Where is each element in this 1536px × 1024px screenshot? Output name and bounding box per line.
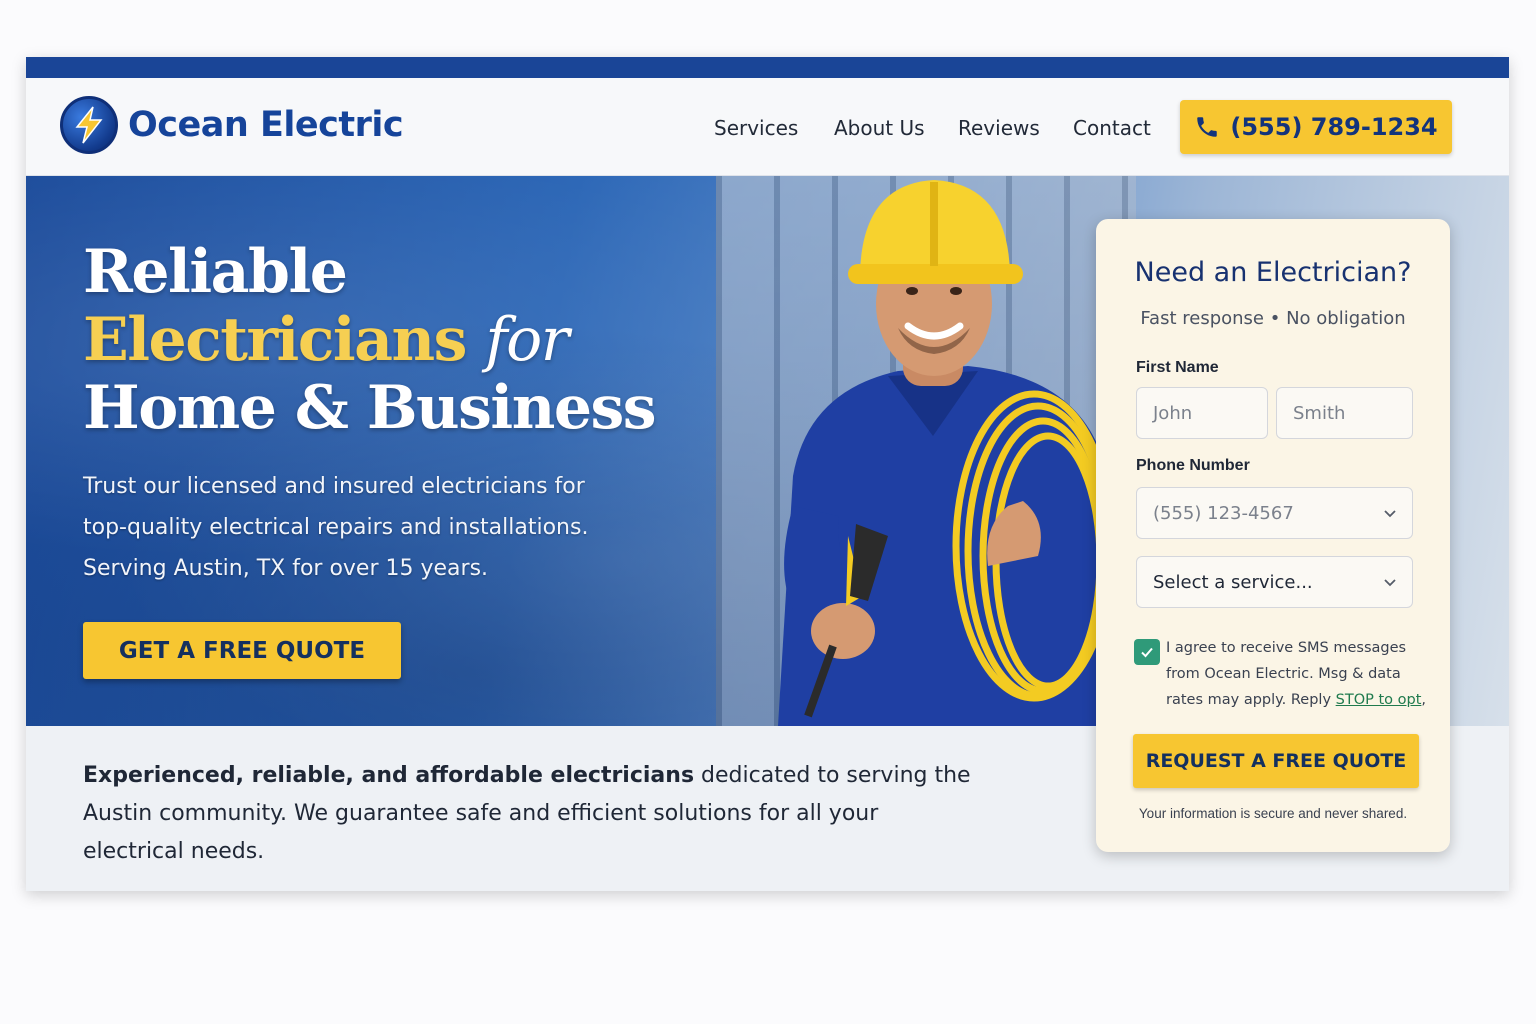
top-accent-bar xyxy=(26,57,1509,78)
last-name-field[interactable]: Smith xyxy=(1276,387,1413,439)
checkmark-icon xyxy=(1141,647,1153,658)
service-select[interactable]: Select a service... xyxy=(1136,556,1413,608)
nav-about-us[interactable]: About Us xyxy=(834,116,925,140)
headline-highlight: Electricians xyxy=(83,305,467,375)
phone-icon xyxy=(1197,117,1218,137)
brand-name: Ocean Electric xyxy=(128,105,404,145)
electrician-photo xyxy=(778,180,1128,726)
chevron-down-icon xyxy=(1384,579,1396,587)
brand-logo[interactable]: Ocean Electric xyxy=(60,96,404,154)
service-select-value: Select a service... xyxy=(1153,571,1313,593)
intro-bold: Experienced, reliable, and affordable el… xyxy=(83,763,695,788)
nav-reviews[interactable]: Reviews xyxy=(958,116,1040,140)
site-header: Ocean Electric Services About Us Reviews… xyxy=(26,78,1509,176)
phone-number-label: Phone Number xyxy=(1136,457,1250,474)
headline-for: for xyxy=(485,305,569,375)
headline-line-3: Home & Business xyxy=(83,373,657,443)
sms-consent-checkbox[interactable] xyxy=(1134,639,1160,665)
chevron-down-icon xyxy=(1384,510,1396,518)
stop-opt-link[interactable]: STOP to opt xyxy=(1336,692,1422,708)
first-name-label: First Name xyxy=(1136,359,1219,376)
hero-subtitle: Trust our licensed and insured electrici… xyxy=(83,466,603,589)
first-name-field[interactable]: John xyxy=(1136,387,1268,439)
security-note: Your information is secure and never sha… xyxy=(1138,806,1408,821)
quote-form: Need an Electrician? Fast response • No … xyxy=(1096,219,1450,852)
headline-line-1: Reliable xyxy=(83,237,348,307)
nav-services[interactable]: Services xyxy=(714,116,798,140)
call-phone-button[interactable]: (555) 789-1234 xyxy=(1180,100,1452,154)
request-free-quote-button[interactable]: REQUEST A FREE QUOTE xyxy=(1133,734,1419,788)
form-title: Need an Electrician? xyxy=(1134,257,1412,288)
hero-subtitle-line: top-quality electrical repairs and insta… xyxy=(83,515,589,540)
consent-tail: , xyxy=(1421,692,1427,708)
lightning-bolt-icon xyxy=(60,96,118,154)
hero-subtitle-line: Trust our licensed and insured electrici… xyxy=(83,474,585,499)
form-subtitle: Fast response • No obligation xyxy=(1140,308,1406,329)
phone-number: (555) 789-1234 xyxy=(1230,113,1438,141)
nav-contact[interactable]: Contact xyxy=(1073,116,1151,140)
intro-text: Experienced, reliable, and affordable el… xyxy=(83,757,983,871)
get-free-quote-button[interactable]: GET A FREE QUOTE xyxy=(83,622,401,679)
phone-number-field[interactable]: (555) 123-4567 xyxy=(1136,487,1413,539)
sms-consent-text: I agree to receive SMS messages from Oce… xyxy=(1166,635,1426,713)
hero-subtitle-line: Serving Austin, TX for over 15 years. xyxy=(83,556,489,581)
phone-placeholder: (555) 123-4567 xyxy=(1153,502,1294,524)
hero-headline: Reliable Electricians for Home & Busines… xyxy=(83,237,657,443)
page-frame: Ocean Electric Services About Us Reviews… xyxy=(26,57,1509,891)
